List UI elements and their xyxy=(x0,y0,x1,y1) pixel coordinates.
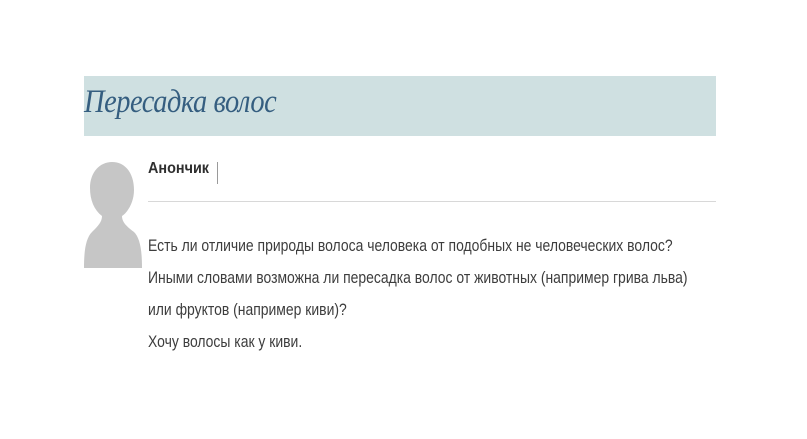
person-silhouette-icon xyxy=(84,162,142,268)
post-line: или фруктов (например киви)? xyxy=(148,300,347,319)
post-line: Есть ли отличие природы волоса человека … xyxy=(148,236,673,255)
post-body: Есть ли отличие природы волоса человека … xyxy=(148,230,722,358)
page-title: Пересадка волос xyxy=(84,84,277,120)
post-line: Иными словами возможна ли пересадка воло… xyxy=(148,268,688,287)
name-separator xyxy=(217,162,218,184)
post-line: Хочу волосы как у киви. xyxy=(148,332,303,351)
divider xyxy=(148,201,716,202)
author-name[interactable]: Анончик xyxy=(148,160,209,178)
